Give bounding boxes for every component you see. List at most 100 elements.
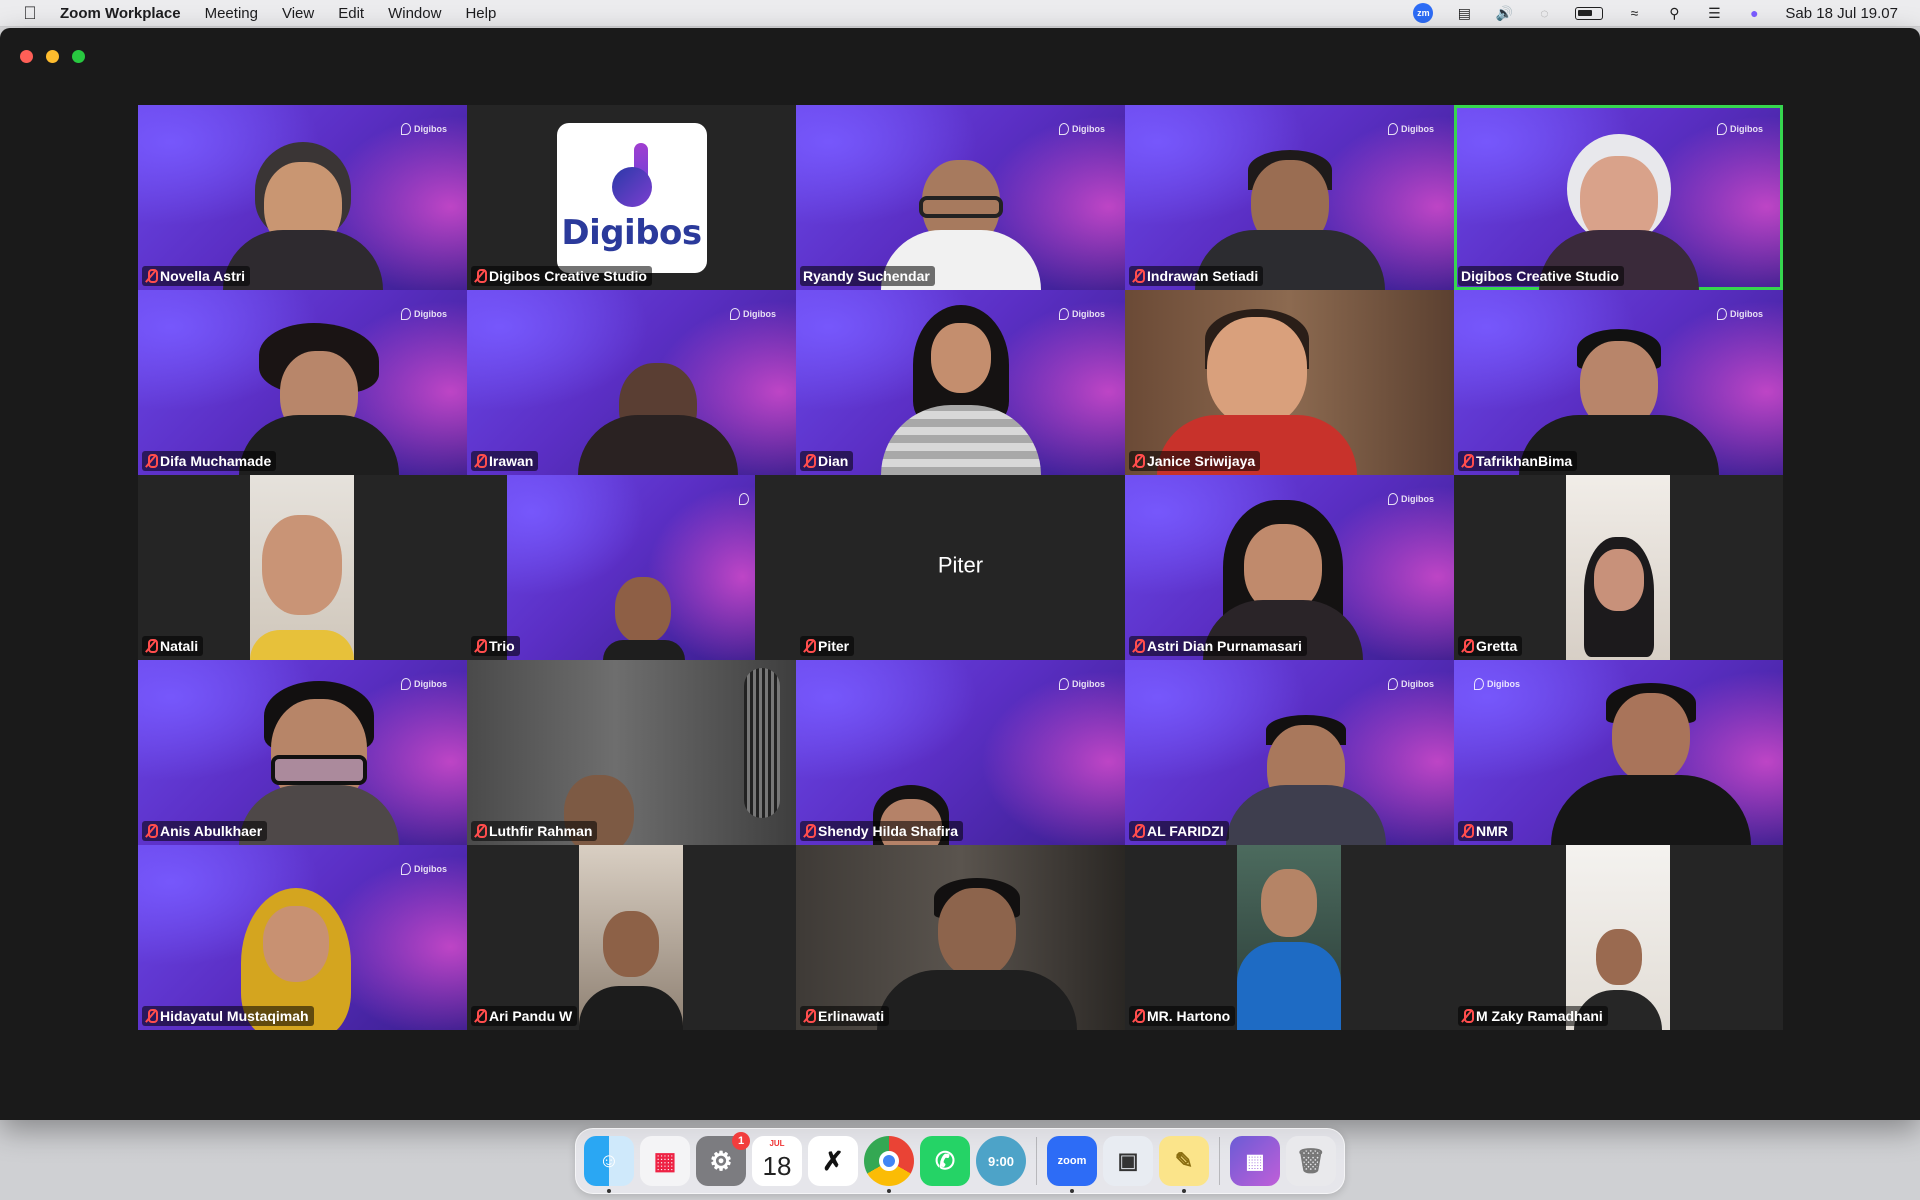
participant-tile[interactable]: Ari Pandu W [467,845,796,1030]
trash-icon[interactable]: 🗑 [1286,1136,1336,1186]
participant-name-tag: Shendy Hilda Shafira [800,821,964,841]
digibos-watermark-icon: Digibos [1388,123,1434,135]
downloads-folder-icon[interactable]: ▦ [1230,1136,1280,1186]
menu-app-name[interactable]: Zoom Workplace [60,5,193,22]
participant-video [1566,475,1670,660]
participant-tile[interactable]: Gretta [1454,475,1783,660]
menu-meeting[interactable]: Meeting [193,5,270,22]
digibos-watermark-icon: Digibos [730,308,776,320]
capcut-icon[interactable]: ✗ [808,1136,858,1186]
system-settings-icon[interactable]: ⚙ 1 [696,1132,750,1186]
preview-icon[interactable]: ▣ [1103,1136,1153,1186]
mic-muted-icon [803,639,816,653]
focus-icon[interactable]: ◌ [1535,5,1553,21]
battery-icon[interactable] [1575,6,1604,20]
control-center-icon[interactable]: ☰ [1705,5,1723,21]
screen-share-icon[interactable]: ▤ [1455,5,1473,21]
menu-edit[interactable]: Edit [326,5,376,22]
participant-tile[interactable]: Digibos NMR [1454,660,1783,845]
digibos-watermark-icon: Digibos [1717,123,1763,135]
participant-tile[interactable]: Digibos Irawan [467,290,796,475]
menu-bar:  Zoom Workplace Meeting View Edit Windo… [0,0,1920,27]
participant-video [1566,845,1670,1030]
participant-tile[interactable]: Digibos Novella Astri [138,105,467,290]
participant-tile[interactable]: Digibos Anis Abulkhaer [138,660,467,845]
participant-tile[interactable]: Digibos Astri Dian Purnamasari [1125,475,1454,660]
volume-icon[interactable]: 🔊 [1495,5,1513,21]
notes-icon[interactable]: ✎ [1159,1136,1209,1193]
participant-video [836,675,986,845]
participant-name-tag: Gretta [1458,636,1523,656]
participant-tile[interactable]: Digibos Hidayatul Mustaqimah [138,845,467,1030]
mic-muted-icon [1461,1009,1474,1023]
wifi-icon[interactable]: ≈ [1625,5,1643,21]
participant-name-tag: Ryandy Suchendar [800,266,935,286]
participant-video [579,845,683,1030]
participant-video [577,305,738,475]
clock-app-icon[interactable]: 9:00 [976,1136,1026,1186]
participant-tile[interactable]: Luthfir Rahman [467,660,796,845]
participant-tile[interactable]: Trio [467,475,796,660]
close-window-button[interactable] [20,50,33,63]
participant-tile[interactable]: Erlinawati [796,845,1125,1030]
participant-tile[interactable]: Digibos TafrikhanBima [1454,290,1783,475]
participant-tile[interactable]: Digibos Ryandy Suchendar [796,105,1125,290]
participant-name-tag: Digibos Creative Studio [471,266,652,286]
participant-tile[interactable]: Digibos Difa Muchamade [138,290,467,475]
zoom-meeting-window: Digibos Novella Astri Digibos Digibos Cr… [0,28,1920,1120]
participant-tile[interactable]: MR. Hartono [1125,845,1454,1030]
participant-name-tag: Anis Abulkhaer [142,821,268,841]
participant-name-tag: Luthfir Rahman [471,821,598,841]
menubar-clock[interactable]: Sab 18 Jul 19.07 [1785,5,1898,22]
whatsapp-icon[interactable]: ✆ [920,1136,970,1186]
finder-icon[interactable]: ☺ [584,1136,634,1193]
zoom-app-icon[interactable]: zoom [1047,1136,1097,1193]
siri-icon[interactable]: ● [1745,5,1763,21]
participant-video [1156,305,1357,475]
participant-name-tag: M Zaky Ramadhani [1458,1006,1608,1026]
participant-video [250,475,354,660]
mic-muted-icon [1461,824,1474,838]
participant-name-tag: Difa Muchamade [142,451,277,471]
mic-muted-icon [1461,454,1474,468]
launchpad-icon[interactable]: ▦ [640,1136,690,1186]
participant-name-tag: Janice Sriwijaya [1129,451,1261,471]
digibos-watermark-icon: Digibos [1388,678,1434,690]
chrome-icon[interactable] [864,1136,914,1193]
participant-video [507,475,755,660]
participant-name-tag: Trio [471,636,520,656]
search-icon[interactable]: ⚲ [1665,5,1683,21]
window-controls [20,50,85,63]
calendar-icon[interactable]: JUL 18 [752,1136,802,1186]
zoom-status-icon[interactable]: zm [1413,3,1434,23]
apple-menu-icon[interactable]:  [0,3,60,24]
participant-tile[interactable]: Digibos Dian [796,290,1125,475]
participant-name-tag: AL FARIDZI [1129,821,1229,841]
menu-window[interactable]: Window [376,5,453,22]
mic-muted-icon [474,639,487,653]
minimize-window-button[interactable] [46,50,59,63]
participant-tile[interactable]: Natali [138,475,467,660]
participant-video [876,860,1077,1030]
participant-video [222,120,383,290]
participant-tile[interactable]: M Zaky Ramadhani [1454,845,1783,1030]
dock-separator [1219,1137,1220,1185]
participant-tile-active-speaker[interactable]: Digibos Digibos Creative Studio [1454,105,1783,290]
menu-help[interactable]: Help [453,5,508,22]
menu-view[interactable]: View [270,5,326,22]
participant-video [1225,675,1386,845]
participant-name-tag: Irawan [471,451,539,471]
participant-tile[interactable]: Digibos AL FARIDZI [1125,660,1454,845]
digibos-logo: Digibos [556,123,707,273]
participant-tile[interactable]: Digibos Shendy Hilda Shafira [796,660,1125,845]
participant-tile-video-off[interactable]: Piter Piter [796,475,1125,660]
maximize-window-button[interactable] [72,50,85,63]
participant-name-tag: Natali [142,636,204,656]
participant-tile[interactable]: Digibos Digibos Creative Studio [467,105,796,290]
mic-muted-icon [1132,639,1145,653]
mic-muted-icon [474,1009,487,1023]
mic-muted-icon [145,269,158,283]
participant-tile[interactable]: Janice Sriwijaya [1125,290,1454,475]
digibos-watermark-icon: Digibos [1059,123,1105,135]
participant-tile[interactable]: Digibos Indrawan Setiadi [1125,105,1454,290]
